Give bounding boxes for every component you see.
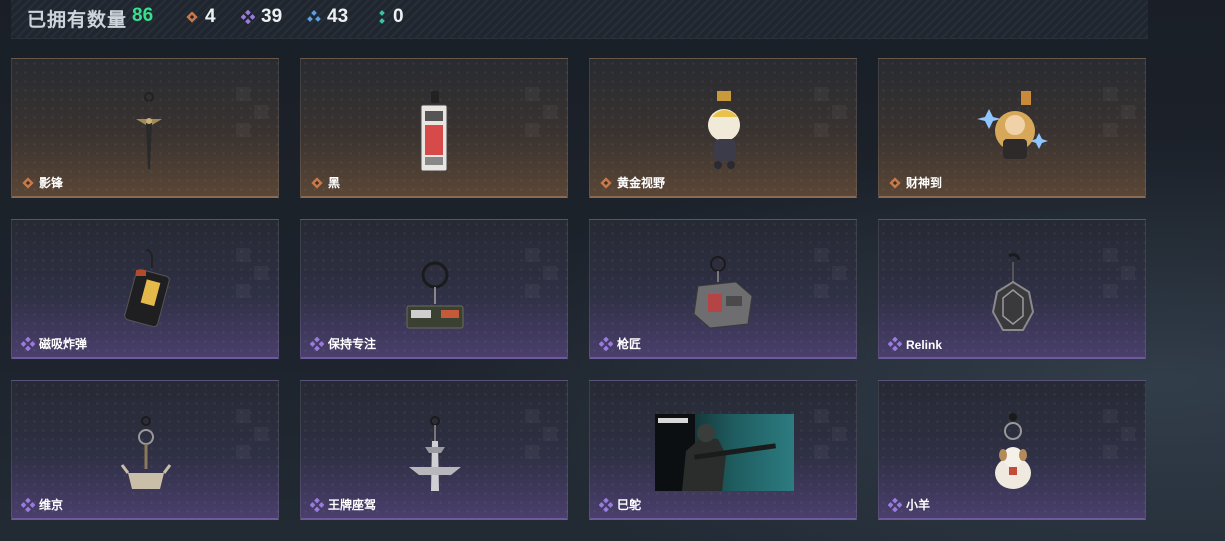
item-name: 黑	[328, 176, 341, 190]
item-card[interactable]: 保持专注	[300, 219, 568, 359]
epic-rarity-icon	[21, 498, 35, 512]
item-name: 影锋	[39, 176, 64, 190]
common-count-value: 0	[393, 6, 404, 27]
legend-rarity-icon	[22, 177, 34, 189]
item-name: 黄金视野	[617, 176, 666, 190]
common-count: 0	[377, 6, 404, 27]
item-name: 财神到	[906, 176, 943, 190]
epic-count: 39	[241, 6, 283, 27]
item-card[interactable]: 磁吸炸弹	[11, 219, 279, 359]
epic-rarity-icon	[599, 337, 613, 351]
item-name: 枪匠	[617, 337, 642, 351]
legend-rarity-icon	[889, 177, 901, 189]
legend-rarity-icon	[186, 11, 198, 23]
legend-rarity-icon	[600, 177, 612, 189]
epic-rarity-icon	[310, 498, 324, 512]
tag-charm-icon	[420, 91, 448, 172]
item-name: 保持专注	[328, 337, 377, 351]
legend-count: 4	[185, 6, 216, 27]
item-card[interactable]: 黄金视野	[589, 58, 857, 198]
rare-count-value: 43	[327, 6, 349, 27]
rare-count: 43	[307, 6, 349, 27]
item-card[interactable]: 维京	[11, 380, 279, 520]
epic-rarity-icon	[888, 498, 902, 512]
item-card[interactable]: 影锋	[11, 58, 279, 198]
item-card[interactable]: 黑	[300, 58, 568, 198]
legend-count-value: 4	[205, 6, 216, 27]
epic-rarity-icon	[310, 337, 324, 351]
owned-label: 已拥有数量	[27, 10, 128, 31]
owned-summary-bar: 已拥有数量 86 4 39 43 0	[11, 0, 1148, 39]
epic-rarity-icon	[21, 337, 35, 351]
item-card[interactable]: 财神到	[878, 58, 1146, 198]
item-name: 小羊	[906, 498, 931, 512]
item-name: 王牌座驾	[328, 498, 377, 512]
item-card[interactable]: 王牌座驾	[300, 380, 568, 520]
epic-rarity-icon	[599, 498, 613, 512]
epic-count-value: 39	[261, 6, 283, 27]
epic-rarity-icon	[888, 337, 902, 351]
item-card[interactable]: 枪匠	[589, 219, 857, 359]
epic-rarity-icon	[241, 10, 255, 24]
item-name: 维京	[39, 498, 64, 512]
legend-rarity-icon	[311, 177, 323, 189]
item-name: 磁吸炸弹	[39, 337, 88, 351]
rare-rarity-icon	[307, 10, 321, 22]
item-name: 巳鸵	[617, 498, 642, 512]
item-card[interactable]: 巳鸵	[589, 380, 857, 520]
item-card[interactable]: Relink	[878, 219, 1146, 359]
item-name: Relink	[906, 338, 943, 352]
common-rarity-icon	[379, 10, 385, 24]
owned-count: 86	[132, 5, 154, 26]
item-card[interactable]: 小羊	[878, 380, 1146, 520]
